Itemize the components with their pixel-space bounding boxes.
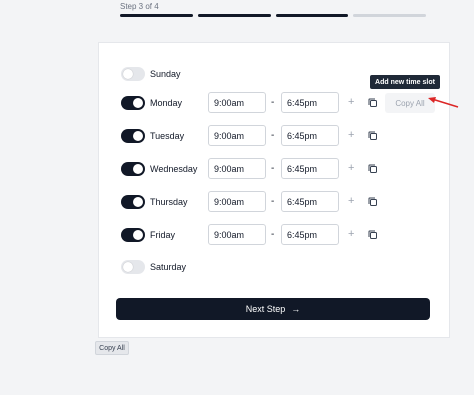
- day-row-saturday: Saturday: [121, 255, 210, 279]
- next-step-button[interactable]: Next Step →: [116, 298, 430, 320]
- toggle-wednesday[interactable]: [121, 162, 145, 176]
- toggle-sunday[interactable]: [121, 67, 145, 81]
- day-row-monday: Monday: [121, 91, 210, 115]
- end-time-thursday[interactable]: 6:45pm: [281, 191, 339, 212]
- progress-segment-4: [353, 14, 426, 17]
- start-time-wednesday[interactable]: 9:00am: [208, 158, 266, 179]
- day-row-sunday: Sunday: [121, 62, 210, 86]
- start-time-tuesday[interactable]: 9:00am: [208, 125, 266, 146]
- toggle-friday[interactable]: [121, 228, 145, 242]
- end-time-tuesday[interactable]: 6:45pm: [281, 125, 339, 146]
- day-row-friday: Friday: [121, 223, 210, 247]
- step-label: Step 3 of 4: [120, 2, 159, 11]
- day-label-friday: Friday: [150, 230, 176, 240]
- annotation-arrow-icon: [428, 97, 459, 108]
- copy-all-drag-ghost: Copy All: [95, 341, 129, 355]
- progress-segment-1: [120, 14, 193, 17]
- time-separator: -: [271, 196, 275, 207]
- toggle-knob: [133, 131, 143, 141]
- toggle-knob: [123, 69, 133, 79]
- time-separator: -: [271, 163, 275, 174]
- copy-icon-thursday[interactable]: [367, 196, 379, 208]
- toggle-saturday[interactable]: [121, 260, 145, 274]
- day-label-wednesday: Wednesday: [150, 164, 198, 174]
- day-label-tuesday: Tuesday: [150, 131, 185, 141]
- toggle-knob: [123, 262, 133, 272]
- start-time-monday[interactable]: 9:00am: [208, 92, 266, 113]
- day-label-sunday: Sunday: [150, 69, 181, 79]
- toggle-thursday[interactable]: [121, 195, 145, 209]
- day-row-wednesday: Wednesday: [121, 157, 210, 181]
- toggle-monday[interactable]: [121, 96, 145, 110]
- time-separator: -: [271, 130, 275, 141]
- add-slot-icon-monday[interactable]: +: [348, 97, 354, 108]
- copy-icon-wednesday[interactable]: [367, 163, 379, 175]
- arrow-right-icon: →: [291, 304, 301, 314]
- add-slot-icon-tuesday[interactable]: +: [348, 130, 354, 141]
- end-time-wednesday[interactable]: 6:45pm: [281, 158, 339, 179]
- end-time-monday[interactable]: 6:45pm: [281, 92, 339, 113]
- progress-bar: [120, 14, 426, 17]
- copy-icon-friday[interactable]: [367, 229, 379, 241]
- day-row-tuesday: Tuesday: [121, 124, 210, 148]
- next-step-label: Next Step: [245, 304, 286, 314]
- progress-segment-3: [275, 14, 349, 17]
- add-slot-icon-thursday[interactable]: +: [348, 196, 354, 207]
- time-separator: -: [271, 97, 275, 108]
- day-label-monday: Monday: [150, 98, 183, 108]
- toggle-knob: [133, 230, 143, 240]
- day-label-saturday: Saturday: [150, 262, 187, 272]
- day-label-thursday: Thursday: [150, 197, 188, 207]
- end-time-friday[interactable]: 6:45pm: [281, 224, 339, 245]
- add-slot-icon-wednesday[interactable]: +: [348, 163, 354, 174]
- copy-icon-tuesday[interactable]: [367, 130, 379, 142]
- add-time-slot-tooltip: Add new time slot: [370, 75, 440, 89]
- toggle-tuesday[interactable]: [121, 129, 145, 143]
- toggle-knob: [133, 164, 143, 174]
- start-time-thursday[interactable]: 9:00am: [208, 191, 266, 212]
- toggle-knob: [133, 197, 143, 207]
- day-row-thursday: Thursday: [121, 190, 210, 214]
- add-slot-icon-friday[interactable]: +: [348, 229, 354, 240]
- start-time-friday[interactable]: 9:00am: [208, 224, 266, 245]
- copy-icon-monday[interactable]: [367, 97, 379, 109]
- toggle-knob: [133, 98, 143, 108]
- progress-segment-2: [197, 14, 271, 17]
- time-separator: -: [271, 229, 275, 240]
